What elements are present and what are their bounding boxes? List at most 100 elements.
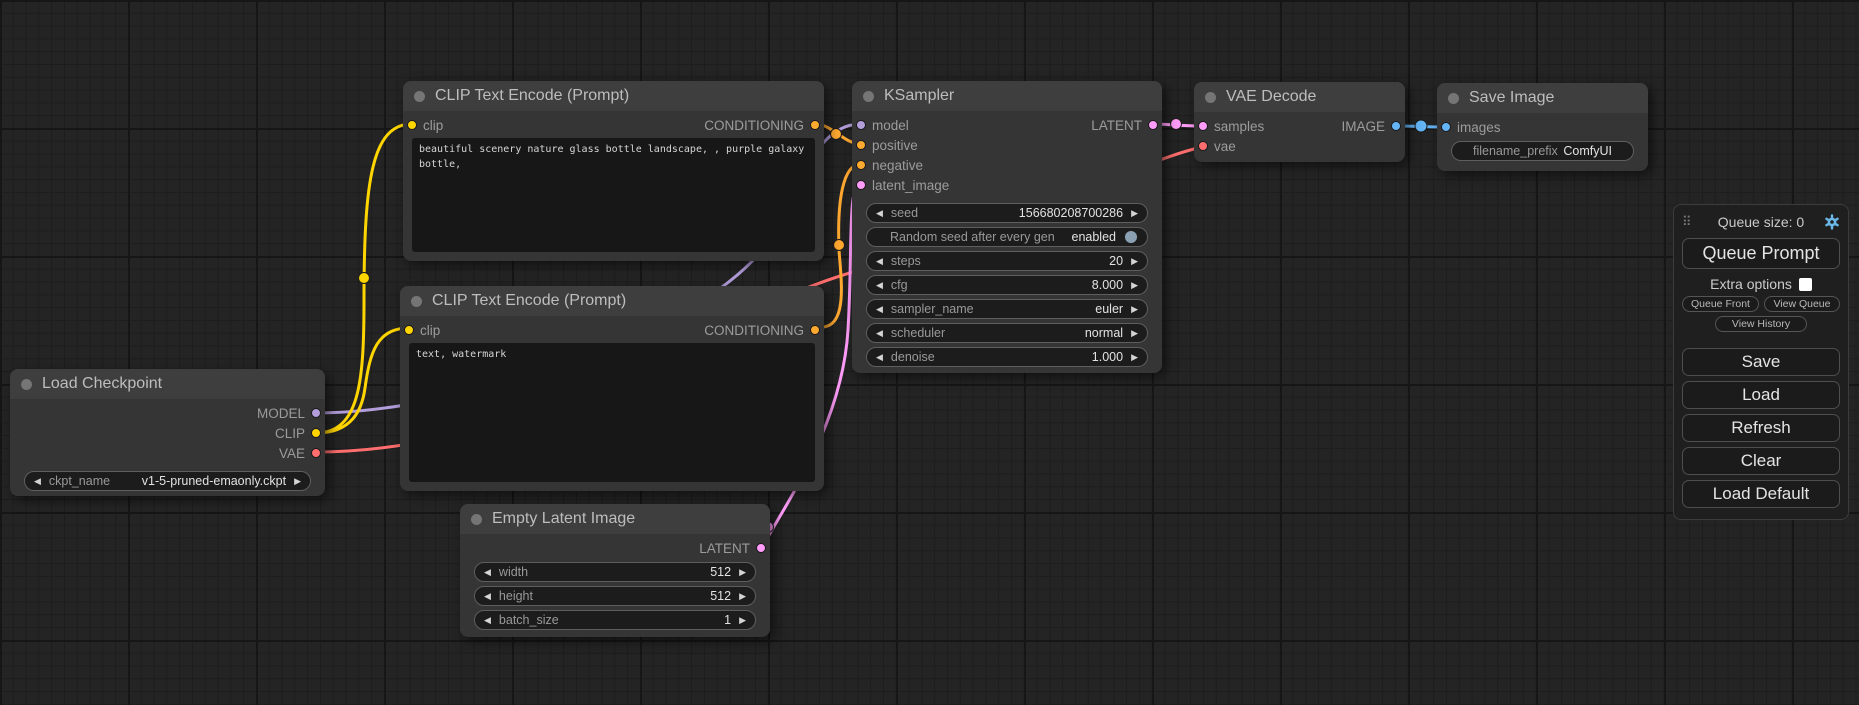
left-arrow-icon[interactable]: ◀: [484, 568, 491, 577]
image-output-slot[interactable]: [1391, 121, 1401, 131]
widget-height[interactable]: ◀ height 512 ▶: [474, 586, 756, 606]
output-label-latent: LATENT: [699, 541, 750, 556]
right-arrow-icon[interactable]: ▶: [1131, 281, 1138, 290]
input-label-clip: clip: [420, 323, 440, 338]
widget-sampler-name[interactable]: ◀ sampler_name euler ▶: [866, 299, 1148, 319]
slot-row: model LATENT: [852, 115, 1162, 135]
node-titlebar[interactable]: CLIP Text Encode (Prompt): [400, 286, 824, 316]
vae-output-slot[interactable]: [311, 448, 321, 458]
node-titlebar[interactable]: CLIP Text Encode (Prompt): [403, 81, 824, 111]
negative-input-slot[interactable]: [856, 160, 866, 170]
latent-output-slot[interactable]: [756, 543, 766, 553]
left-arrow-icon[interactable]: ◀: [876, 329, 883, 338]
save-button[interactable]: Save: [1682, 348, 1840, 376]
right-arrow-icon[interactable]: ▶: [1131, 353, 1138, 362]
widget-value: 512: [710, 589, 731, 603]
view-queue-button[interactable]: View Queue: [1764, 296, 1840, 312]
latent-output-slot[interactable]: [1148, 120, 1158, 130]
left-arrow-icon[interactable]: ◀: [876, 281, 883, 290]
load-button[interactable]: Load: [1682, 381, 1840, 409]
collapse-dot-icon[interactable]: [1448, 93, 1459, 104]
widget-scheduler[interactable]: ◀ scheduler normal ▶: [866, 323, 1148, 343]
node-title-label: Load Checkpoint: [42, 375, 162, 393]
widget-label: scheduler: [891, 326, 945, 340]
model-output-slot[interactable]: [311, 408, 321, 418]
gear-icon[interactable]: [1824, 214, 1840, 230]
prompt-textarea[interactable]: text, watermark: [409, 343, 815, 482]
model-input-slot[interactable]: [856, 120, 866, 130]
extra-options-checkbox[interactable]: [1799, 278, 1812, 291]
slot-row: VAE: [10, 443, 325, 463]
widget-random-seed-toggle[interactable]: Random seed after every gen enabled: [866, 227, 1148, 247]
node-titlebar[interactable]: Empty Latent Image: [460, 504, 770, 534]
right-arrow-icon[interactable]: ▶: [1131, 329, 1138, 338]
left-arrow-icon[interactable]: ◀: [876, 305, 883, 314]
input-label-negative: negative: [872, 158, 923, 173]
right-arrow-icon[interactable]: ▶: [739, 592, 746, 601]
node-graph-canvas[interactable]: Load Checkpoint MODEL CLIP VAE ◀ ckpt_na…: [0, 0, 1859, 705]
queue-front-button[interactable]: Queue Front: [1682, 296, 1759, 312]
images-input-slot[interactable]: [1441, 122, 1451, 132]
collapse-dot-icon[interactable]: [863, 91, 874, 102]
clip-input-slot[interactable]: [404, 325, 414, 335]
widget-steps[interactable]: ◀ steps 20 ▶: [866, 251, 1148, 271]
queue-size-label: Queue size: 0: [1682, 214, 1840, 230]
clip-output-slot[interactable]: [311, 428, 321, 438]
load-default-button[interactable]: Load Default: [1682, 480, 1840, 508]
widget-label: height: [499, 589, 533, 603]
collapse-dot-icon[interactable]: [1205, 92, 1216, 103]
drag-handle-icon[interactable]: ⠿: [1682, 214, 1692, 230]
collapse-dot-icon[interactable]: [414, 91, 425, 102]
view-history-button[interactable]: View History: [1715, 316, 1807, 332]
link-dot: [834, 240, 845, 251]
widget-denoise[interactable]: ◀ denoise 1.000 ▶: [866, 347, 1148, 367]
node-titlebar[interactable]: Load Checkpoint: [10, 369, 325, 399]
toggle-circle-icon[interactable]: [1124, 230, 1138, 244]
output-label-conditioning: CONDITIONING: [704, 118, 804, 133]
positive-input-slot[interactable]: [856, 140, 866, 150]
right-arrow-icon[interactable]: ▶: [739, 568, 746, 577]
node-titlebar[interactable]: KSampler: [852, 81, 1162, 111]
right-arrow-icon[interactable]: ▶: [1131, 209, 1138, 218]
slot-row: latent_image: [852, 175, 1162, 195]
node-titlebar[interactable]: VAE Decode: [1194, 82, 1405, 112]
collapse-dot-icon[interactable]: [411, 296, 422, 307]
refresh-button[interactable]: Refresh: [1682, 414, 1840, 442]
node-vae-decode: VAE Decode samples IMAGE vae: [1194, 82, 1405, 162]
widget-label: filename_prefix: [1473, 144, 1558, 158]
left-arrow-icon[interactable]: ◀: [484, 616, 491, 625]
vae-input-slot[interactable]: [1198, 141, 1208, 151]
widget-ckpt-name[interactable]: ◀ ckpt_name v1-5-pruned-emaonly.ckpt ▶: [24, 471, 311, 491]
samples-input-slot[interactable]: [1198, 121, 1208, 131]
right-arrow-icon[interactable]: ▶: [294, 477, 301, 486]
right-arrow-icon[interactable]: ▶: [1131, 257, 1138, 266]
widget-label: sampler_name: [891, 302, 974, 316]
latent-image-input-slot[interactable]: [856, 180, 866, 190]
right-arrow-icon[interactable]: ▶: [1131, 305, 1138, 314]
input-label-positive: positive: [872, 138, 918, 153]
widget-value: 512: [710, 565, 731, 579]
conditioning-output-slot[interactable]: [810, 120, 820, 130]
left-arrow-icon[interactable]: ◀: [876, 353, 883, 362]
widget-cfg[interactable]: ◀ cfg 8.000 ▶: [866, 275, 1148, 295]
conditioning-output-slot[interactable]: [810, 325, 820, 335]
collapse-dot-icon[interactable]: [21, 379, 32, 390]
widget-seed[interactable]: ◀ seed 156680208700286 ▶: [866, 203, 1148, 223]
collapse-dot-icon[interactable]: [471, 514, 482, 525]
left-arrow-icon[interactable]: ◀: [484, 592, 491, 601]
prompt-textarea[interactable]: beautiful scenery nature glass bottle la…: [412, 138, 815, 252]
widget-batch-size[interactable]: ◀ batch_size 1 ▶: [474, 610, 756, 630]
clip-input-slot[interactable]: [407, 120, 417, 130]
node-titlebar[interactable]: Save Image: [1437, 83, 1648, 113]
right-arrow-icon[interactable]: ▶: [739, 616, 746, 625]
left-arrow-icon[interactable]: ◀: [34, 477, 41, 486]
clear-button[interactable]: Clear: [1682, 447, 1840, 475]
widget-filename-prefix[interactable]: filename_prefix ComfyUI: [1451, 141, 1634, 161]
widget-label: cfg: [891, 278, 908, 292]
widget-width[interactable]: ◀ width 512 ▶: [474, 562, 756, 582]
slot-row: samples IMAGE: [1194, 116, 1405, 136]
left-arrow-icon[interactable]: ◀: [876, 209, 883, 218]
output-label-model: MODEL: [257, 406, 305, 421]
left-arrow-icon[interactable]: ◀: [876, 257, 883, 266]
queue-prompt-button[interactable]: Queue Prompt: [1682, 238, 1840, 269]
